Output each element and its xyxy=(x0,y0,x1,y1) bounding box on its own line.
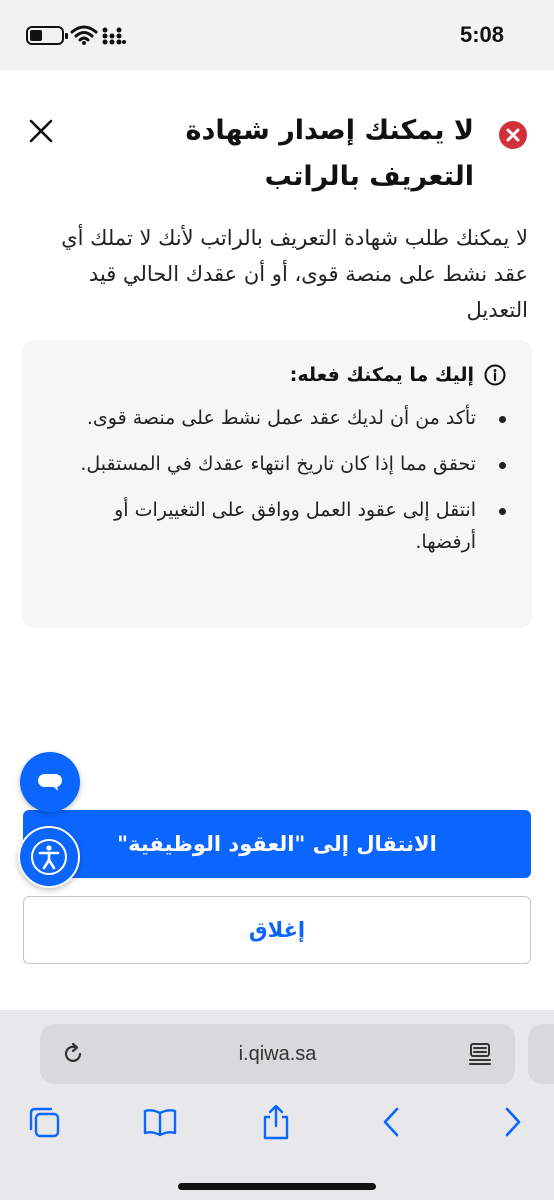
accessibility-button[interactable] xyxy=(18,826,80,888)
address-bar[interactable]: i.qiwa.sa xyxy=(40,1024,515,1084)
dialog-title: لا يمكنك إصدار شهادة التعريف بالراتب xyxy=(185,115,474,192)
cellular-icon xyxy=(102,27,126,45)
go-to-contracts-button[interactable]: الانتقال إلى "العقود الوظيفية" xyxy=(23,810,531,878)
chat-button[interactable] xyxy=(20,752,80,812)
close-icon[interactable] xyxy=(28,118,54,144)
bookmarks-button[interactable] xyxy=(140,1102,180,1142)
list-item: تأكد من أن لديك عقد عمل نشط على منصة قوى… xyxy=(56,402,506,434)
bookmarks-icon xyxy=(143,1109,177,1137)
list-item: تحقق مما إذا كان تاريخ انتهاء عقدك في ال… xyxy=(56,448,506,480)
dialog-description: لا يمكنك طلب شهادة التعريف بالراتب لأنك … xyxy=(61,226,528,322)
chat-icon xyxy=(38,774,62,791)
url-text: i.qiwa.sa xyxy=(238,1043,317,1065)
accessibility-icon xyxy=(31,839,67,875)
share-button[interactable] xyxy=(256,1102,296,1142)
tabs-button[interactable] xyxy=(24,1102,64,1142)
browser-toolbar: i.qiwa.sa xyxy=(0,1010,554,1200)
wifi-icon xyxy=(70,25,98,45)
status-bar: 5:08 xyxy=(0,0,554,70)
reader-icon[interactable] xyxy=(467,1042,493,1066)
back-icon xyxy=(383,1107,399,1137)
next-tab-preview[interactable] xyxy=(528,1024,554,1084)
battery-icon xyxy=(26,26,68,45)
close-button[interactable]: إغلاق xyxy=(23,896,531,964)
tips-list: تأكد من أن لديك عقد عمل نشط على منصة قوى… xyxy=(56,402,506,572)
forward-button[interactable] xyxy=(492,1102,532,1142)
info-icon xyxy=(484,364,506,386)
info-heading: إليك ما يمكنك فعله: xyxy=(290,364,506,386)
share-icon xyxy=(263,1104,289,1140)
error-icon xyxy=(499,121,527,149)
status-time: 5:08 xyxy=(459,22,504,47)
dialog-page: لا يمكنك إصدار شهادة التعريف بالراتب لا … xyxy=(0,70,554,1010)
info-heading-text: إليك ما يمكنك فعله: xyxy=(289,364,474,386)
list-item: انتقل إلى عقود العمل ووافق على التغييرات… xyxy=(56,494,506,558)
back-button[interactable] xyxy=(372,1102,412,1142)
tabs-icon xyxy=(29,1107,60,1138)
forward-icon xyxy=(505,1107,521,1137)
home-indicator xyxy=(178,1183,376,1190)
info-card: إليك ما يمكنك فعله: تأكد من أن لديك عقد … xyxy=(22,340,532,628)
